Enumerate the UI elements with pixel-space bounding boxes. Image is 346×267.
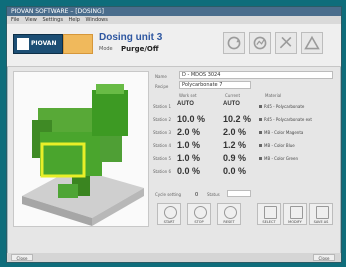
status-dot-icon [259, 131, 262, 134]
material-label: MB - Color Magenta [264, 130, 304, 135]
column-current: Current [225, 93, 241, 98]
station-row[interactable]: Station 2 10.0 % 10.2 % R45 - Polycarbon… [151, 114, 335, 126]
modify-icon [290, 206, 303, 219]
station-label: Station 4 [153, 143, 172, 148]
warning-button[interactable] [301, 32, 323, 54]
current-value: 0.0 % [223, 166, 247, 176]
status-dot-icon [259, 157, 262, 160]
material-label: R45 - Polycarbonate ext [264, 117, 312, 122]
window-title: PIOVAN SOFTWARE – [DOSING] [11, 8, 104, 15]
unit-3d-image [13, 71, 149, 227]
set-value: 2.0 % [177, 127, 201, 137]
set-value: 10.0 % [177, 114, 206, 124]
material-label: MB - Color Blue [264, 143, 295, 148]
select-icon [264, 206, 277, 219]
application-window: PIOVAN SOFTWARE – [DOSING] File View Set… [6, 6, 342, 263]
brand-logo: PIOVAN [13, 34, 63, 54]
page-header: PIOVAN Dosing unit 3 Mode Purge/Off [7, 24, 341, 67]
set-value: AUTO [177, 101, 194, 107]
name-field[interactable]: D - MDOS 3024 [179, 71, 333, 79]
warning-icon [304, 35, 320, 50]
material-label: MB - Color Green [264, 156, 299, 161]
recipe-field[interactable]: Polycarbonate 7 [179, 81, 251, 89]
dosing-form: Name D - MDOS 3024 Recipe Polycarbonate … [151, 71, 335, 225]
current-value: AUTO [223, 101, 240, 107]
refresh-button[interactable] [223, 32, 245, 54]
current-value: 0.9 % [223, 153, 247, 163]
select-label: SELECT [262, 220, 276, 224]
select-button[interactable]: SELECT [257, 203, 281, 225]
stop-button[interactable]: STOP [187, 203, 211, 225]
status-dot-icon [259, 144, 262, 147]
dosing-unit-illustration [22, 84, 144, 226]
status-field[interactable] [227, 190, 251, 197]
column-material: Material [265, 93, 282, 98]
current-value: 1.2 % [223, 140, 247, 150]
unit-color-chip [63, 34, 93, 54]
recipe-label: Recipe [155, 84, 169, 89]
menu-bar: File View Settings Help Windows [7, 16, 341, 24]
reset-button[interactable]: RESET [217, 203, 241, 225]
station-row[interactable]: Station 3 2.0 % 2.0 % MB - Color Magenta [151, 127, 335, 139]
station-label: Station 3 [153, 130, 172, 135]
current-value: 2.0 % [223, 127, 247, 137]
station-row[interactable]: Station 4 1.0 % 1.2 % MB - Color Blue [151, 140, 335, 152]
menu-view[interactable]: View [25, 17, 37, 23]
status-dot-icon [259, 105, 262, 108]
status-bar: Close Close [7, 253, 341, 262]
station-row[interactable]: Station 5 1.0 % 0.9 % MB - Color Green [151, 153, 335, 165]
modify-button[interactable]: MODIFY [283, 203, 307, 225]
station-label: Station 6 [153, 169, 172, 174]
cycle-label: Cycle setting [155, 192, 182, 197]
station-row[interactable]: Station 6 0.0 % 0.0 % [151, 166, 335, 178]
tools-icon [279, 36, 292, 49]
unit-mode-value: Purge/Off [121, 45, 159, 53]
unit-mode-label: Mode [99, 46, 113, 52]
set-value: 1.0 % [177, 140, 201, 150]
station-label: Station 2 [153, 117, 172, 122]
stop-icon [194, 206, 207, 219]
reset-label: RESET [223, 220, 235, 224]
window-titlebar: PIOVAN SOFTWARE – [DOSING] [7, 7, 341, 16]
stop-label: STOP [194, 220, 204, 224]
close-right-button[interactable]: Close [313, 254, 335, 261]
column-mode: Work set [179, 93, 197, 98]
name-label: Name [155, 74, 167, 79]
menu-settings[interactable]: Settings [42, 17, 63, 23]
status-dot-icon [259, 118, 262, 121]
menu-help[interactable]: Help [69, 17, 80, 23]
menu-file[interactable]: File [11, 17, 19, 23]
station-row[interactable]: Station 1 AUTO AUTO R45 - Polycarbonate [151, 101, 335, 113]
set-value: 0.0 % [177, 166, 201, 176]
unit-title: Dosing unit 3 [99, 32, 163, 43]
set-value: 1.0 % [177, 153, 201, 163]
cycle-value: 0 [195, 192, 199, 198]
graph-icon [253, 36, 267, 50]
graph-button[interactable] [249, 32, 271, 54]
station-label: Station 1 [153, 104, 172, 109]
reset-icon [224, 206, 237, 219]
material-label: R45 - Polycarbonate [264, 104, 305, 109]
menu-windows[interactable]: Windows [86, 17, 108, 23]
logo-mark-icon [17, 38, 29, 50]
station-label: Station 5 [153, 156, 172, 161]
logo-text: PIOVAN [31, 40, 57, 47]
save-icon [316, 206, 329, 219]
status-label: Status [207, 192, 220, 197]
start-label: START [163, 220, 175, 224]
save-as-button[interactable]: SAVE AS [309, 203, 333, 225]
start-button[interactable]: START [157, 203, 181, 225]
refresh-icon [227, 36, 241, 50]
modify-label: MODIFY [288, 220, 302, 224]
current-value: 10.2 % [223, 114, 252, 124]
tools-button[interactable] [275, 32, 297, 54]
close-left-button[interactable]: Close [11, 254, 33, 261]
start-icon [164, 206, 177, 219]
save-as-label: SAVE AS [313, 220, 329, 224]
